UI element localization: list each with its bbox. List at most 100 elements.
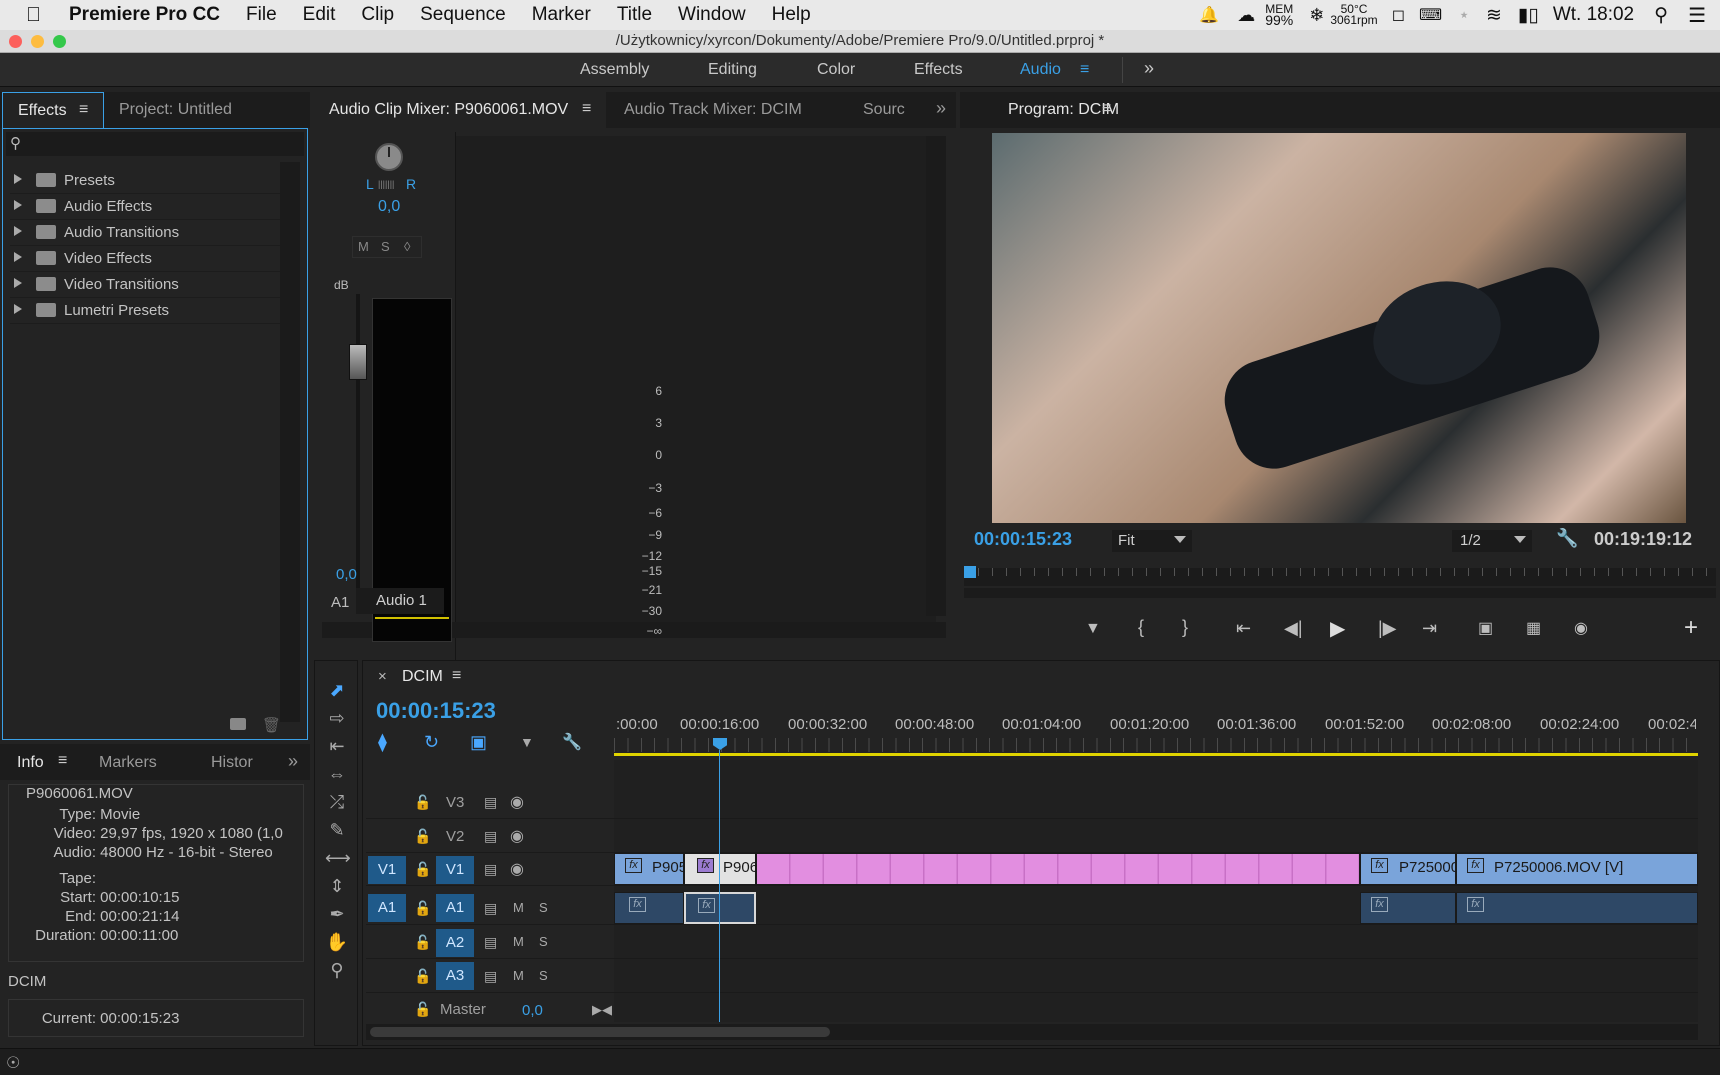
- temp-status[interactable]: 50°C 3061rpm: [1330, 3, 1377, 26]
- video-clip[interactable]: fx P7250006.MOV [V]: [1456, 853, 1698, 885]
- rate-stretch-tool-icon[interactable]: ⤮: [325, 792, 349, 812]
- volume-fader[interactable]: [349, 344, 367, 380]
- sequence-tab[interactable]: DCIM: [402, 668, 443, 686]
- workspace-more-icon[interactable]: »: [1144, 58, 1154, 79]
- tree-item-audio-transitions[interactable]: Audio Transitions: [10, 220, 280, 246]
- step-back-icon[interactable]: ◀|: [1284, 618, 1303, 639]
- menu-file[interactable]: File: [246, 4, 277, 26]
- tab-source[interactable]: Sourc: [863, 101, 905, 119]
- menu-sequence[interactable]: Sequence: [420, 4, 506, 26]
- video-clip-selected[interactable]: fx P906: [684, 853, 758, 885]
- search-icon[interactable]: ⚲: [1654, 4, 1668, 27]
- master-expand-icon[interactable]: ▶◀: [592, 1002, 612, 1018]
- mute-track-button[interactable]: M: [513, 900, 524, 915]
- zoom-button[interactable]: [53, 35, 66, 48]
- tab-effects[interactable]: Effects ≡: [2, 92, 104, 128]
- lift-icon[interactable]: ▣: [1478, 618, 1493, 638]
- play-icon[interactable]: ▶: [1330, 616, 1345, 641]
- lock-icon[interactable]: 🔓: [414, 794, 431, 811]
- step-forward-icon[interactable]: |▶: [1378, 618, 1397, 639]
- slip-tool-icon[interactable]: ⟷: [325, 848, 351, 868]
- eye-icon[interactable]: ◉: [510, 859, 524, 879]
- tree-item-audio-effects[interactable]: Audio Effects: [10, 194, 280, 220]
- effects-scrollbar[interactable]: [280, 162, 300, 722]
- linked-selection-icon[interactable]: ↻: [424, 732, 439, 753]
- wifi-icon[interactable]: ≋: [1486, 4, 1502, 27]
- extract-icon[interactable]: ▦: [1526, 618, 1541, 638]
- menu-marker[interactable]: Marker: [532, 4, 591, 26]
- track-a2-target[interactable]: A2: [436, 929, 474, 957]
- tab-history[interactable]: Histor: [211, 754, 253, 772]
- track-v1-target[interactable]: V1: [436, 856, 474, 884]
- fader-value[interactable]: 0,0: [336, 566, 357, 583]
- apple-icon[interactable]: : [26, 4, 41, 27]
- keyboard-icon[interactable]: ⌨: [1419, 5, 1442, 25]
- menu-icon[interactable]: ☰: [1688, 3, 1706, 28]
- toggle-sync-icon[interactable]: ▤: [484, 861, 497, 878]
- close-button[interactable]: [9, 35, 22, 48]
- menu-edit[interactable]: Edit: [303, 4, 336, 26]
- solo-track-button[interactable]: S: [539, 934, 548, 949]
- solo-button[interactable]: S: [381, 239, 390, 254]
- tab-audio-track-mixer[interactable]: Audio Track Mixer: DCIM: [624, 101, 802, 119]
- menu-help[interactable]: Help: [772, 4, 811, 26]
- menu-window[interactable]: Window: [678, 4, 746, 26]
- tab-menu-icon[interactable]: ≡: [1102, 100, 1111, 118]
- source-a1-patch[interactable]: A1: [368, 894, 406, 922]
- marker-icon[interactable]: ▼: [520, 734, 534, 750]
- program-playhead[interactable]: [964, 566, 976, 578]
- hand-tool-icon[interactable]: ✋: [325, 932, 349, 952]
- record-icon[interactable]: ◊: [404, 239, 410, 254]
- work-area-bar[interactable]: [614, 753, 1698, 756]
- pan-value[interactable]: 0,0: [378, 198, 400, 216]
- tree-item-presets[interactable]: Presets: [10, 168, 280, 194]
- solo-track-button[interactable]: S: [539, 900, 548, 915]
- tree-item-video-transitions[interactable]: Video Transitions: [10, 272, 280, 298]
- snap-icon[interactable]: ⧫: [378, 732, 387, 753]
- cloud-icon[interactable]: ☁: [1237, 5, 1255, 26]
- mute-track-button[interactable]: M: [513, 934, 524, 949]
- tab-project[interactable]: Project: Untitled: [119, 101, 232, 119]
- mixer-scrollbar-v[interactable]: [926, 136, 946, 616]
- creative-cloud-icon[interactable]: ☉: [6, 1053, 20, 1073]
- track-a1-target[interactable]: A1: [436, 894, 474, 922]
- minimize-button[interactable]: [31, 35, 44, 48]
- trash-icon[interactable]: 🗑: [262, 716, 281, 734]
- mark-out-icon[interactable]: }: [1182, 617, 1188, 638]
- go-to-in-icon[interactable]: ⇤: [1236, 618, 1251, 639]
- lock-icon[interactable]: 🔓: [414, 900, 431, 917]
- add-marker-icon[interactable]: ▼: [1085, 620, 1101, 638]
- master-volume-value[interactable]: 0,0: [522, 1002, 543, 1019]
- track-select-tool-icon[interactable]: ⇨: [325, 708, 349, 728]
- fit-dropdown[interactable]: Fit: [1112, 530, 1192, 552]
- rolling-edit-tool-icon[interactable]: ⇔: [325, 764, 349, 784]
- mem-status[interactable]: MEM 99%: [1265, 3, 1293, 27]
- video-clip[interactable]: fx P905: [614, 853, 687, 885]
- tree-item-lumetri-presets[interactable]: Lumetri Presets: [10, 298, 280, 324]
- razor-tool-icon[interactable]: ✎: [325, 820, 349, 840]
- lock-icon[interactable]: 🔓: [414, 968, 431, 985]
- toggle-sync-icon[interactable]: ▤: [484, 794, 497, 811]
- workspace-effects[interactable]: Effects: [914, 61, 963, 79]
- eye-icon[interactable]: ◉: [510, 826, 524, 846]
- lock-icon[interactable]: 🔓: [414, 1001, 431, 1018]
- audio-clip-selected[interactable]: fx: [684, 892, 756, 924]
- new-folder-icon[interactable]: [230, 718, 246, 730]
- solo-track-button[interactable]: S: [539, 968, 548, 983]
- eye-icon[interactable]: ◉: [510, 792, 524, 812]
- drive-icon[interactable]: ◻: [1392, 5, 1405, 25]
- more-tabs-icon[interactable]: »: [936, 98, 946, 119]
- selection-tool-icon[interactable]: ⬈: [325, 680, 349, 700]
- workspace-audio[interactable]: Audio: [1020, 61, 1061, 79]
- lock-icon[interactable]: 🔓: [414, 934, 431, 951]
- video-clip-pink[interactable]: [756, 853, 1360, 885]
- mute-button[interactable]: M: [358, 239, 369, 254]
- audio-clip[interactable]: fx: [1360, 892, 1456, 924]
- bell-icon[interactable]: 🔔: [1199, 5, 1219, 25]
- menu-title[interactable]: Title: [617, 4, 652, 26]
- toggle-sync-icon[interactable]: ▤: [484, 934, 497, 951]
- add-marker-timeline-icon[interactable]: ▣: [470, 732, 487, 753]
- timeline-timecode[interactable]: 00:00:15:23: [376, 698, 496, 724]
- program-time-ruler[interactable]: [964, 568, 1716, 586]
- pan-knob[interactable]: [375, 143, 403, 171]
